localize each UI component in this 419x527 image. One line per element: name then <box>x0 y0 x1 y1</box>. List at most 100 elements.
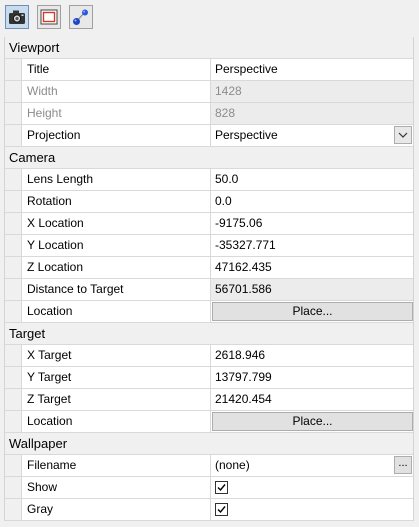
property-value-camera-z-location[interactable]: 47162.435 <box>215 260 272 274</box>
property-value-camera-lens-length[interactable]: 50.0 <box>215 172 238 186</box>
target-icon <box>73 9 88 25</box>
row-margin <box>5 499 22 520</box>
property-value-cell <box>211 499 413 520</box>
property-value-camera-y-location[interactable]: -35327.771 <box>215 238 276 252</box>
property-value-viewport-width: 1428 <box>215 84 242 98</box>
property-value-cell: Place... <box>211 411 413 432</box>
property-value-cell[interactable]: Perspective <box>211 125 413 146</box>
place-button-target-location[interactable]: Place... <box>212 412 413 431</box>
property-row-target-location: Location Place... <box>5 411 413 433</box>
property-label[interactable]: Z Location <box>22 257 211 278</box>
property-row-camera-z-location: Z Location 47162.435 <box>5 257 413 279</box>
property-value-target-x-target[interactable]: 2618.946 <box>215 348 265 362</box>
property-row-camera-x-location: X Location -9175.06 <box>5 213 413 235</box>
property-label[interactable]: Gray <box>22 499 211 520</box>
property-row-viewport-projection: Projection Perspective <box>5 125 413 147</box>
row-margin <box>5 257 22 278</box>
property-label[interactable]: Show <box>22 477 211 498</box>
row-margin <box>5 235 22 256</box>
check-icon <box>217 506 226 514</box>
property-row-viewport-height: Height 828 <box>5 103 413 125</box>
row-margin <box>5 169 22 190</box>
property-row-viewport-title: Title Perspective <box>5 59 413 81</box>
property-value-viewport-title[interactable]: Perspective <box>215 62 278 76</box>
property-label[interactable]: Lens Length <box>22 169 211 190</box>
property-value-camera-rotation[interactable]: 0.0 <box>215 194 232 208</box>
row-margin <box>5 279 22 300</box>
frame-icon <box>40 9 58 25</box>
row-margin <box>5 477 22 498</box>
property-row-camera-rotation: Rotation 0.0 <box>5 191 413 213</box>
browse-button[interactable]: ... <box>394 456 412 474</box>
property-value-viewport-projection[interactable]: Perspective <box>215 128 278 142</box>
property-label[interactable]: Projection <box>22 125 211 146</box>
checkbox-wallpaper-gray[interactable] <box>215 503 228 516</box>
chevron-down-icon <box>398 132 408 138</box>
section-header-target[interactable]: Target <box>5 323 413 345</box>
property-value-cell: Place... <box>211 301 413 322</box>
row-margin <box>5 301 22 322</box>
row-margin <box>5 81 22 102</box>
section-header-viewport[interactable]: Viewport <box>5 37 413 59</box>
frame-view-button[interactable] <box>37 5 61 29</box>
checkbox-wallpaper-show[interactable] <box>215 481 228 494</box>
property-label[interactable]: Width <box>22 81 211 102</box>
property-value-cell[interactable]: -9175.06 <box>211 213 413 234</box>
property-value-target-z-target[interactable]: 21420.454 <box>215 392 272 406</box>
property-label[interactable]: Height <box>22 103 211 124</box>
place-button-camera-location[interactable]: Place... <box>212 302 413 321</box>
property-label[interactable]: Title <box>22 59 211 80</box>
row-margin <box>5 191 22 212</box>
property-row-wallpaper-gray: Gray <box>5 499 413 521</box>
property-label[interactable]: Rotation <box>22 191 211 212</box>
property-row-viewport-width: Width 1428 <box>5 81 413 103</box>
property-label[interactable]: Filename <box>22 455 211 476</box>
camera-view-button[interactable] <box>5 5 29 29</box>
property-value-target-y-target[interactable]: 13797.799 <box>215 370 272 384</box>
property-label[interactable]: X Location <box>22 213 211 234</box>
toolbar <box>0 0 419 36</box>
property-row-camera-y-location: Y Location -35327.771 <box>5 235 413 257</box>
property-label[interactable]: Location <box>22 411 211 432</box>
row-margin <box>5 103 22 124</box>
property-value-cell <box>211 477 413 498</box>
property-label[interactable]: Y Location <box>22 235 211 256</box>
property-row-target-y-target: Y Target 13797.799 <box>5 367 413 389</box>
row-margin <box>5 455 22 476</box>
property-label[interactable]: Y Target <box>22 367 211 388</box>
property-value-cell[interactable]: 0.0 <box>211 191 413 212</box>
property-label[interactable]: Distance to Target <box>22 279 211 300</box>
dropdown-button[interactable] <box>394 126 412 144</box>
property-value-cell[interactable]: 13797.799 <box>211 367 413 388</box>
row-margin <box>5 411 22 432</box>
row-margin <box>5 59 22 80</box>
property-grid: Viewport Title Perspective Width 1428 Height 8… <box>4 37 414 521</box>
section-header-camera[interactable]: Camera <box>5 147 413 169</box>
property-value-cell: 1428 <box>211 81 413 102</box>
property-value-cell[interactable]: 47162.435 <box>211 257 413 278</box>
property-value-cell[interactable]: 2618.946 <box>211 345 413 366</box>
row-margin <box>5 367 22 388</box>
property-row-camera-distance-to-target: Distance to Target 56701.586 <box>5 279 413 301</box>
property-label[interactable]: Location <box>22 301 211 322</box>
property-value-cell[interactable]: 21420.454 <box>211 389 413 410</box>
property-row-camera-location: Location Place... <box>5 301 413 323</box>
property-value-wallpaper-filename[interactable]: (none) <box>215 458 250 472</box>
property-value-camera-x-location[interactable]: -9175.06 <box>215 216 262 230</box>
row-margin <box>5 213 22 234</box>
property-value-cell[interactable]: -35327.771 <box>211 235 413 256</box>
property-row-wallpaper-filename: Filename (none)... <box>5 455 413 477</box>
row-margin <box>5 125 22 146</box>
property-label[interactable]: Z Target <box>22 389 211 410</box>
target-view-button[interactable] <box>69 5 93 29</box>
property-value-cell: 56701.586 <box>211 279 413 300</box>
property-value-cell[interactable]: 50.0 <box>211 169 413 190</box>
property-label[interactable]: X Target <box>22 345 211 366</box>
property-value-cell[interactable]: Perspective <box>211 59 413 80</box>
section-header-wallpaper[interactable]: Wallpaper <box>5 433 413 455</box>
check-icon <box>217 484 226 492</box>
property-value-camera-distance-to-target: 56701.586 <box>215 282 272 296</box>
property-value-cell[interactable]: (none)... <box>211 455 413 476</box>
row-margin <box>5 345 22 366</box>
row-margin <box>5 389 22 410</box>
